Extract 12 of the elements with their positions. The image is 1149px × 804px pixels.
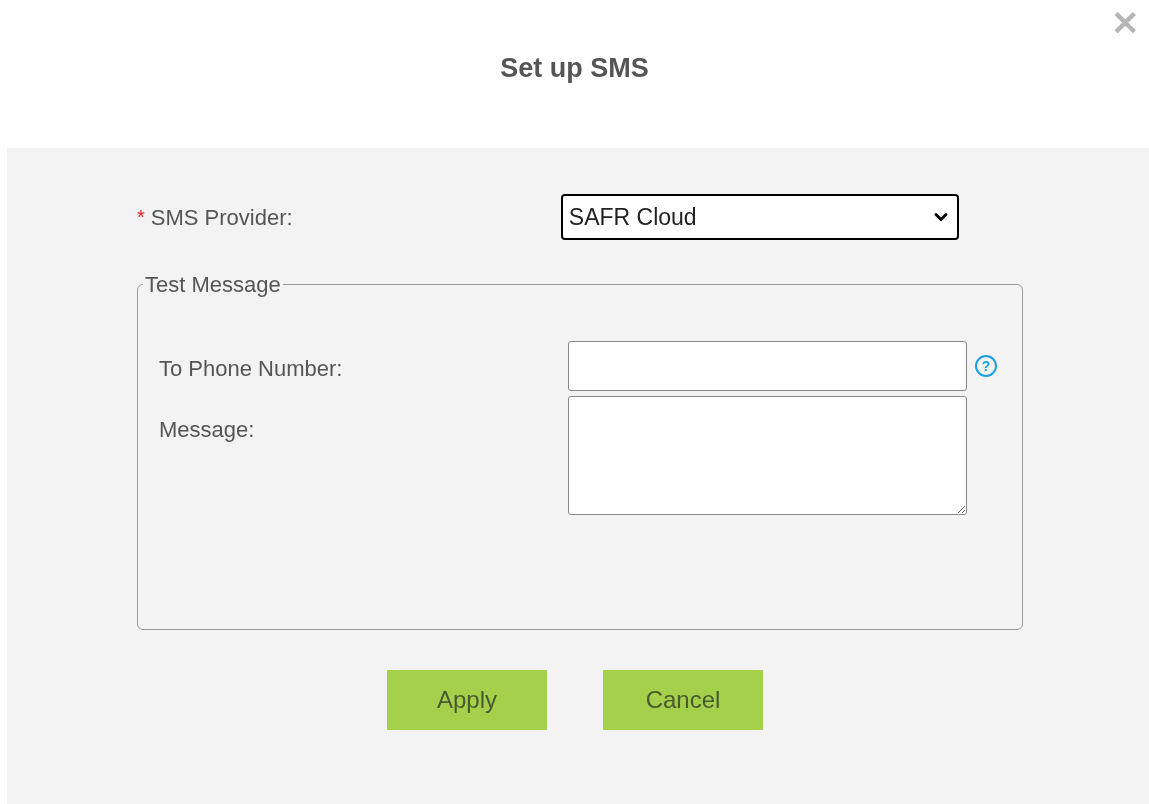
field-label: Message: (159, 416, 256, 444)
field-label: To Phone Number: (159, 355, 344, 383)
help-icon[interactable]: ? (975, 355, 997, 377)
field-label: SMS Provider: (150, 203, 294, 232)
message-input[interactable] (568, 396, 967, 515)
group-legend: Test Message (143, 268, 283, 301)
cancel-button[interactable]: Cancel (603, 670, 763, 730)
phone-input[interactable] (568, 341, 967, 391)
provider-select[interactable]: SAFR Cloud (560, 194, 959, 240)
required-mark: * (137, 205, 145, 230)
apply-button[interactable]: Apply (387, 670, 547, 730)
dialog-title: Set up SMS (500, 52, 649, 84)
